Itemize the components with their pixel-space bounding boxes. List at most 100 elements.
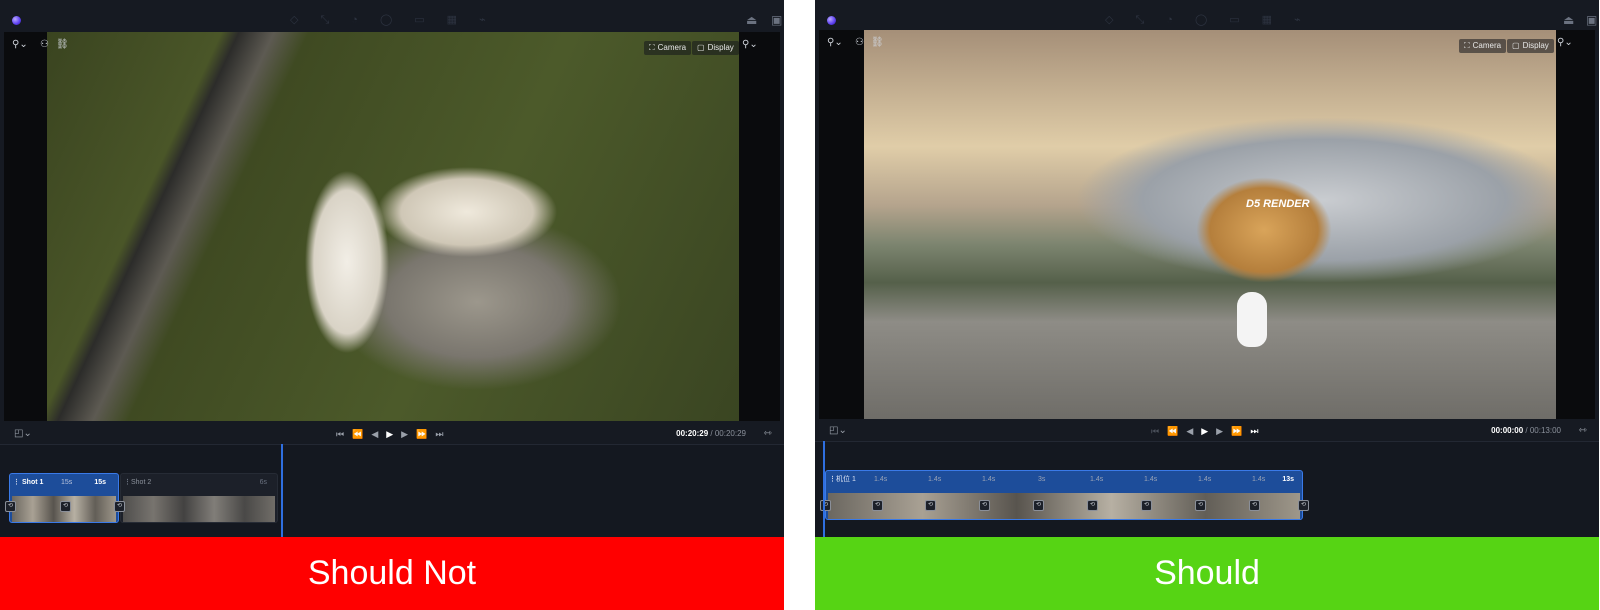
transition-icon[interactable]: ⟲ [1141,500,1152,511]
camera-label: Camera [1472,41,1502,50]
transition-icon[interactable]: ⟲ [114,501,125,512]
transition-icon[interactable]: ⟲ [1298,500,1309,511]
fit-timeline-icon[interactable]: ⇿ [764,428,772,440]
skip-to-start-icon[interactable]: ⏮ [336,428,344,440]
clip-camera-1[interactable]: ⋮ 机位 1 1.4s 1.4s 1.4s 3s 1.4s 1.4s 1.4s … [825,470,1303,520]
display-button[interactable]: ▢ Display [1507,39,1554,53]
skip-to-end-icon[interactable]: ⏭ [435,428,443,440]
play-icon[interactable]: ▶ [386,428,393,440]
rewind-icon[interactable]: ⏪ [352,428,363,440]
move-icon[interactable]: ⤡ [1135,14,1144,26]
top-toolbar: ◇ ⤡ ◔ ◯ ▭ ▦ ⌁ [290,14,486,26]
camera-dropdown-icon[interactable]: ◰⌄ [14,428,32,440]
clip-duration: 15s [94,479,106,486]
fit-timeline-icon[interactable]: ⇿ [1579,425,1587,437]
camera-icon: ⛶ [649,43,655,52]
segment-duration: 1.4s [1090,476,1104,483]
transition-icon[interactable]: ⟲ [1249,500,1260,511]
transport-bar: ◰⌄ ⏮ ⏪ ◀ ▶ ▶ ⏩ ⏭ 00:00:00 / 00:13:00 ⇿ [815,421,1599,441]
link-icon[interactable]: ⛓ [871,37,884,49]
viewport[interactable]: D5 RENDER ⚲⌄ ⚇ ⛓ ⛶ Camera ▢ Display ⚲⌄ [819,30,1595,419]
transition-icon[interactable]: ⟲ [1087,500,1098,511]
transition-icon[interactable]: ⟲ [925,500,936,511]
viewpoint-dropdown-icon[interactable]: ⚲⌄ [1557,37,1573,49]
paint-icon[interactable]: ◔ [1166,14,1173,26]
display-button[interactable]: ▢ Display [692,41,739,55]
clip-label: Shot 1 [22,479,44,486]
playhead[interactable] [281,444,283,537]
fast-forward-icon[interactable]: ⏩ [1231,425,1242,437]
step-forward-icon[interactable]: ▶ [1216,425,1223,437]
display-icon: ▢ [697,43,705,52]
verdict-banner: Should Not [0,537,784,610]
cube-icon[interactable]: ◯ [1195,14,1207,26]
people-icon[interactable]: ⚇ [855,37,864,49]
step-back-icon[interactable]: ◀ [371,428,378,440]
timeline[interactable]: ⋮ Shot 1 15s 15s ⋮ Shot 2 6s ⟲ ⟲ ⟲ [0,444,784,537]
clip-header: ⋮ Shot 2 6s [121,474,277,492]
skip-to-start-icon[interactable]: ⏮ [1151,425,1159,437]
drag-handle-icon[interactable]: ⋮ [13,474,20,492]
drag-handle-icon[interactable]: ⋮ [829,471,836,489]
segment-duration: 1.4s [982,476,996,483]
navigate-icon[interactable]: ⚲⌄ [12,39,28,51]
cursor-icon[interactable]: ◇ [1105,14,1113,26]
camera-button[interactable]: ⛶ Camera [1459,39,1507,53]
transition-icon[interactable]: ⟲ [1033,500,1044,511]
app-logo-icon [827,16,836,25]
box-icon[interactable]: ▭ [1229,14,1239,26]
timecode: 00:20:29 / 00:20:29 [676,429,746,439]
transition-icon[interactable]: ⟲ [5,501,16,512]
viewpoint-dropdown-icon[interactable]: ⚲⌄ [742,39,758,51]
clip-shot-2[interactable]: ⋮ Shot 2 6s [120,473,278,523]
people-icon[interactable]: ⚇ [40,39,49,51]
cube-icon[interactable]: ◯ [380,14,392,26]
grid-icon[interactable]: ▦ [447,14,457,26]
camera-button[interactable]: ⛶ Camera [644,41,692,55]
paint-icon[interactable]: ◔ [351,14,358,26]
viewport[interactable]: ⚲⌄ ⚇ ⛓ ⛶ Camera ▢ Display ⚲⌄ [4,32,780,421]
fast-forward-icon[interactable]: ⏩ [416,428,427,440]
scene-render-aerial [47,32,739,421]
clip-thumbnails [828,493,1300,519]
step-back-icon[interactable]: ◀ [1186,425,1193,437]
camera-dropdown-icon[interactable]: ◰⌄ [829,425,847,437]
skip-to-end-icon[interactable]: ⏭ [1250,425,1258,437]
grid-icon[interactable]: ▦ [1262,14,1272,26]
cursor-icon[interactable]: ◇ [290,14,298,26]
top-toolbar: ◇ ⤡ ◔ ◯ ▭ ▦ ⌁ [1105,14,1301,26]
playhead[interactable] [823,441,825,537]
segment-duration: 1.4s [1252,476,1266,483]
export-icon[interactable]: ⏏ [1563,13,1574,27]
clip-shot-1[interactable]: ⋮ Shot 1 15s 15s [9,473,119,523]
box-icon[interactable]: ▭ [414,14,424,26]
transition-icon[interactable]: ⟲ [60,501,71,512]
time-separator: / [708,429,715,438]
camera-label: Camera [657,43,687,52]
drag-handle-icon[interactable]: ⋮ [124,474,131,492]
display-label: Display [1522,41,1549,50]
transition-icon[interactable]: ⟲ [820,500,831,511]
right-panel: ◇ ⤡ ◔ ◯ ▭ ▦ ⌁ ⏏ ▣ D5 RENDER ⚲⌄ ⚇ ⛓ ⛶ Cam… [815,0,1599,610]
render-icon[interactable]: ▣ [1586,13,1597,27]
step-forward-icon[interactable]: ▶ [401,428,408,440]
rewind-icon[interactable]: ⏪ [1167,425,1178,437]
transition-icon[interactable]: ⟲ [872,500,883,511]
transition-icon[interactable]: ⟲ [1195,500,1206,511]
path-icon[interactable]: ⌁ [479,14,486,26]
move-icon[interactable]: ⤡ [320,14,329,26]
transport-bar: ◰⌄ ⏮ ⏪ ◀ ▶ ▶ ⏩ ⏭ 00:20:29 / 00:20:29 ⇿ [0,424,784,444]
play-icon[interactable]: ▶ [1201,425,1208,437]
clip-label: Shot 2 [131,479,152,486]
render-icon[interactable]: ▣ [771,13,782,27]
timeline[interactable]: ⋮ 机位 1 1.4s 1.4s 1.4s 3s 1.4s 1.4s 1.4s … [815,441,1599,537]
path-icon[interactable]: ⌁ [1294,14,1301,26]
link-icon[interactable]: ⛓ [56,39,69,51]
navigate-icon[interactable]: ⚲⌄ [827,37,843,49]
transition-icon[interactable]: ⟲ [979,500,990,511]
segment-duration: 1.4s [1198,476,1212,483]
export-icon[interactable]: ⏏ [746,13,757,27]
playback-controls: ⏮ ⏪ ◀ ▶ ▶ ⏩ ⏭ [1151,425,1258,437]
scene-render-perspective: D5 RENDER [864,30,1556,419]
clip-header: ⋮ Shot 1 15s 15s [10,474,118,492]
